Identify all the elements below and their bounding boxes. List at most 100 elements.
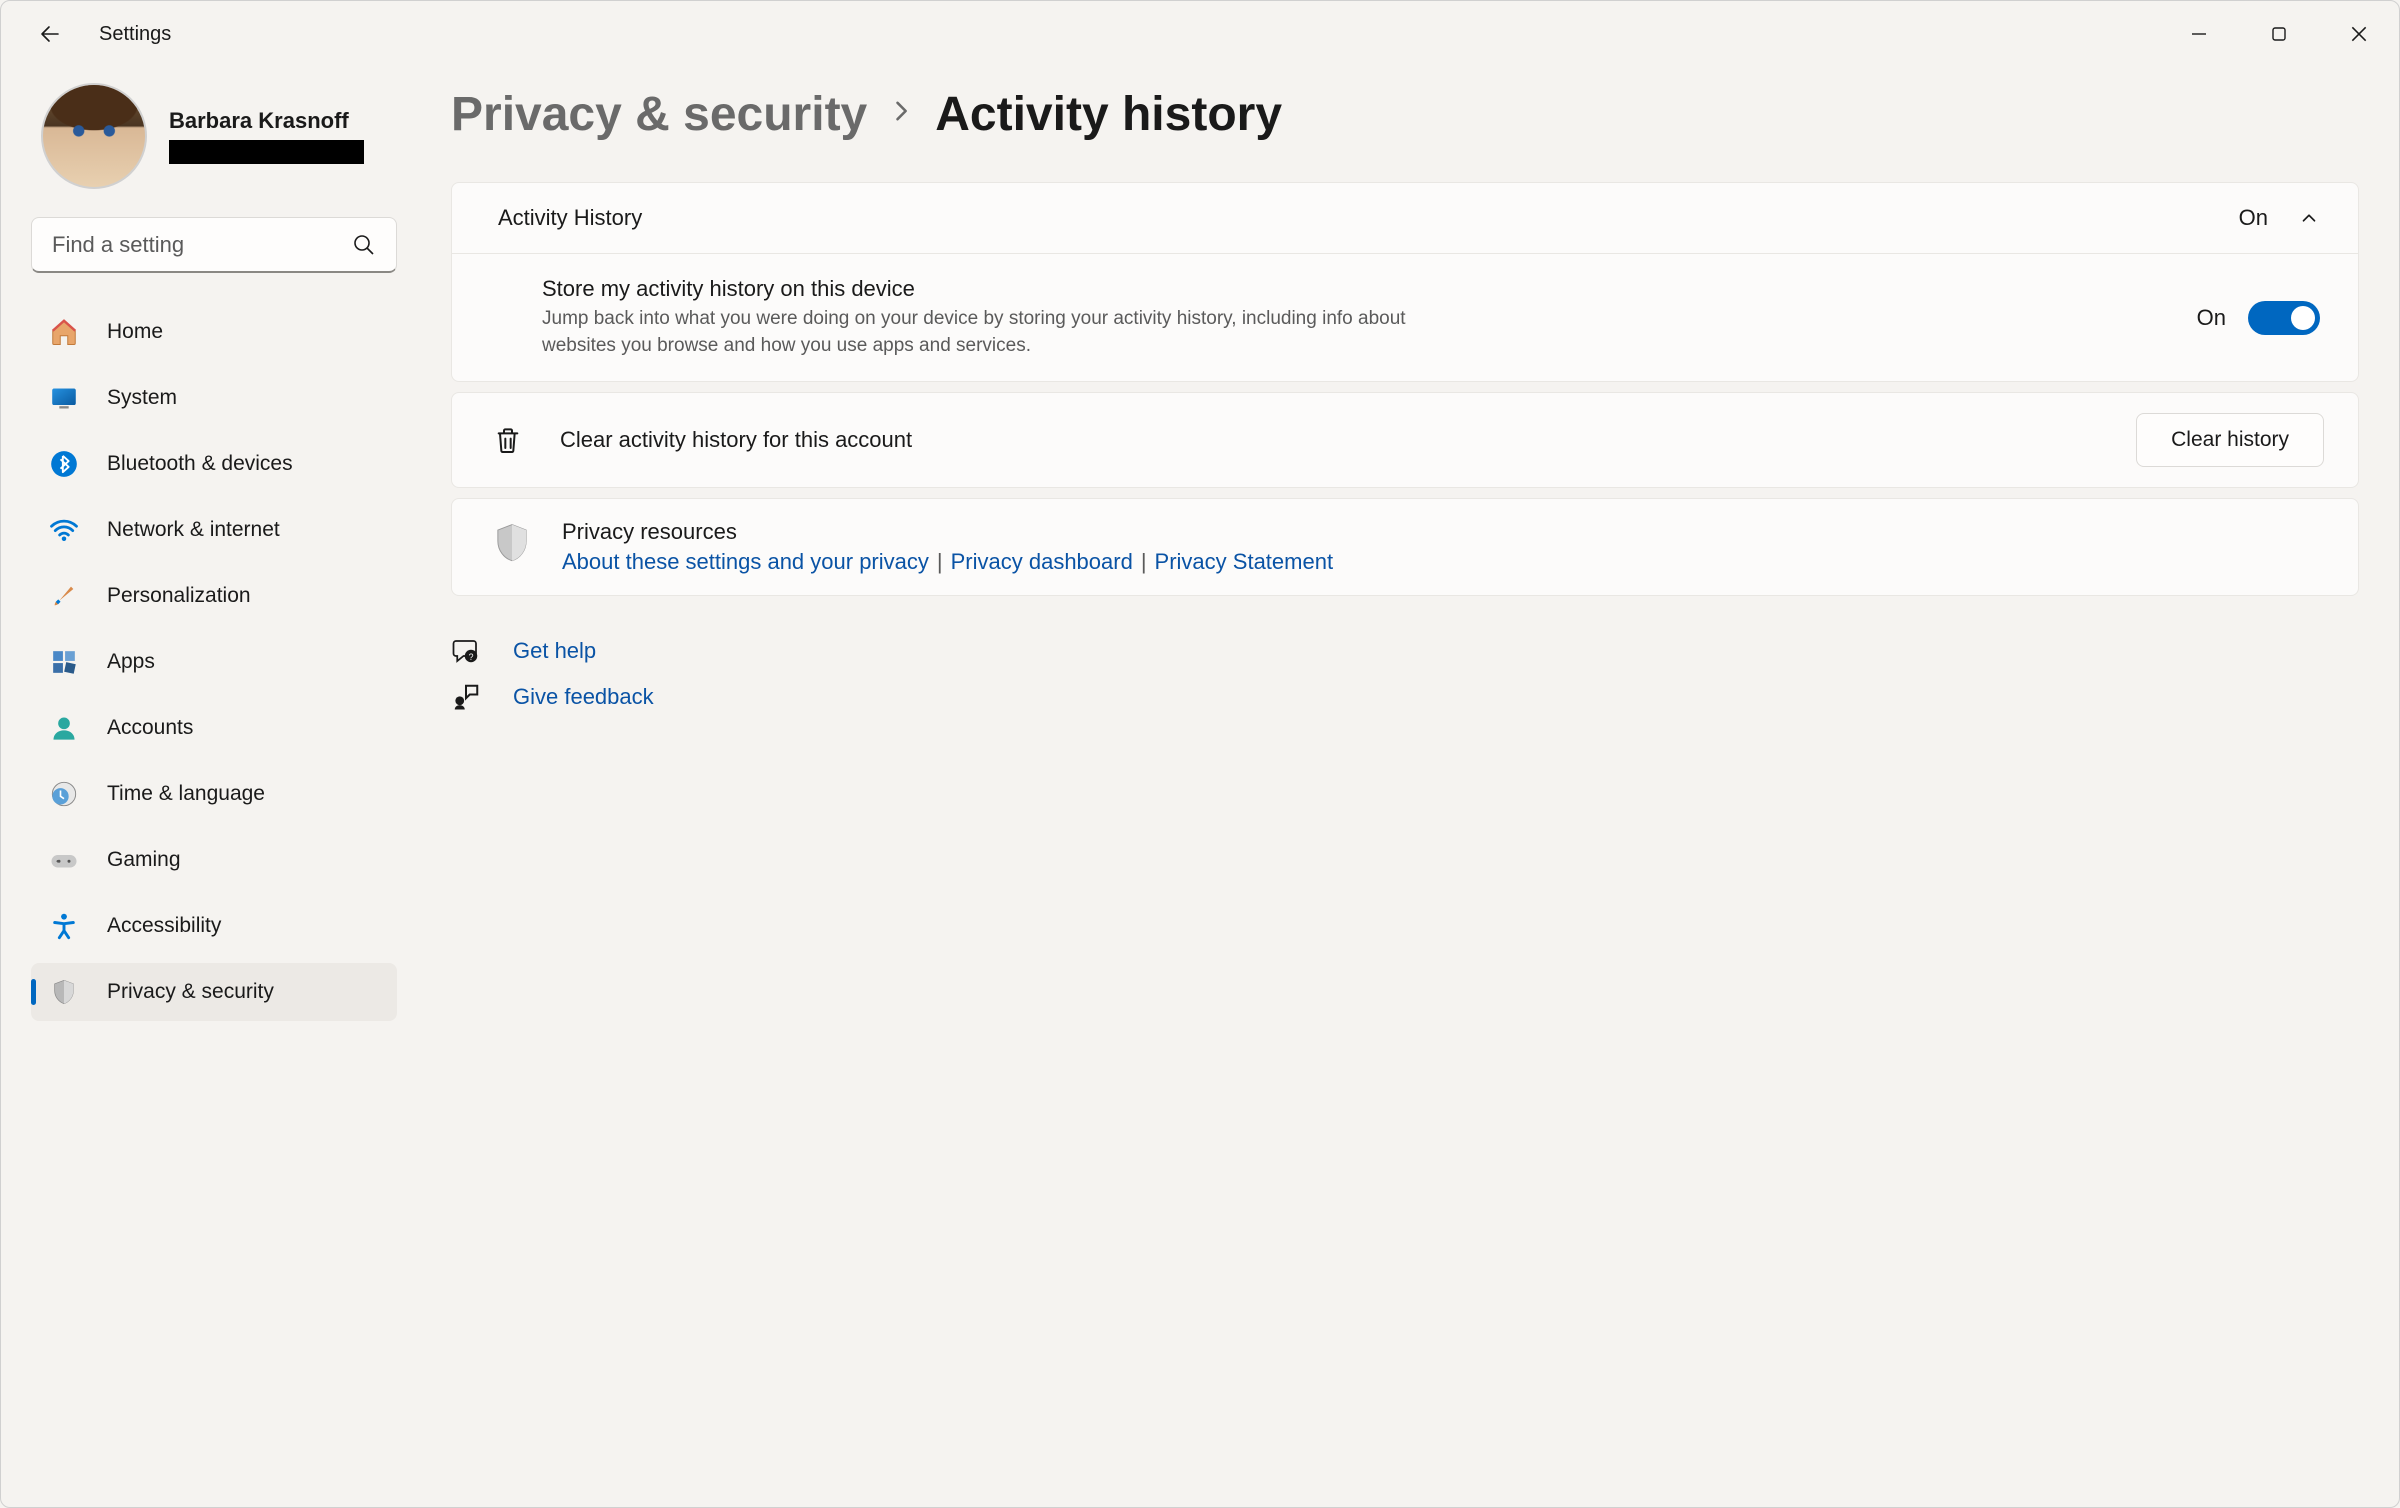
minimize-icon <box>2190 25 2208 43</box>
person-icon <box>49 713 79 743</box>
profile-info: Barbara Krasnoff <box>169 108 364 164</box>
search-icon <box>352 233 376 257</box>
close-button[interactable] <box>2319 6 2399 62</box>
breadcrumb-current: Activity history <box>935 87 1282 142</box>
store-activity-row: Store my activity history on this device… <box>452 254 2358 381</box>
privacy-resources-title: Privacy resources <box>562 519 1333 545</box>
shield-icon <box>49 977 79 1007</box>
privacy-resources-row: Privacy resources About these settings a… <box>452 499 2358 595</box>
store-activity-title: Store my activity history on this device <box>542 276 1442 302</box>
help-links: ? Get help Give feedback <box>451 636 2359 712</box>
profile-email-redacted <box>169 140 364 164</box>
app-title: Settings <box>99 23 171 46</box>
clear-history-button[interactable]: Clear history <box>2136 413 2324 467</box>
feedback-icon <box>451 682 481 712</box>
privacy-resources-card: Privacy resources About these settings a… <box>451 498 2359 596</box>
store-activity-toggle[interactable] <box>2248 301 2320 335</box>
clock-globe-icon <box>49 779 79 809</box>
give-feedback-row: Give feedback <box>451 682 2359 712</box>
nav-item-bluetooth[interactable]: Bluetooth & devices <box>31 435 397 493</box>
nav-label: Accessibility <box>107 914 221 938</box>
clear-history-card: Clear activity history for this account … <box>451 392 2359 488</box>
nav-label: Gaming <box>107 848 181 872</box>
svg-text:?: ? <box>469 652 474 662</box>
bluetooth-icon <box>49 449 79 479</box>
nav-item-privacy[interactable]: Privacy & security <box>31 963 397 1021</box>
card-header-status: On <box>2239 205 2268 231</box>
privacy-link-statement[interactable]: Privacy Statement <box>1155 549 1334 574</box>
settings-window: Settings Barbara Krasnoff <box>0 0 2400 1508</box>
avatar <box>41 83 147 189</box>
clear-history-label: Clear activity history for this account <box>560 427 912 453</box>
privacy-resources-text: Privacy resources About these settings a… <box>562 519 1333 575</box>
store-activity-desc: Jump back into what you were doing on yo… <box>542 306 1442 359</box>
back-button[interactable] <box>37 21 63 47</box>
nav-label: Network & internet <box>107 518 280 542</box>
nav-item-apps[interactable]: Apps <box>31 633 397 691</box>
get-help-row: ? Get help <box>451 636 2359 666</box>
content: Barbara Krasnoff Home System <box>1 67 2399 1507</box>
nav-label: Time & language <box>107 782 265 806</box>
privacy-resources-links: About these settings and your privacy | Pr… <box>562 549 1333 575</box>
nav-item-network[interactable]: Network & internet <box>31 501 397 559</box>
titlebar: Settings <box>1 1 2399 67</box>
system-icon <box>49 383 79 413</box>
nav-item-system[interactable]: System <box>31 369 397 427</box>
nav-label: Bluetooth & devices <box>107 452 293 476</box>
nav-item-home[interactable]: Home <box>31 303 397 361</box>
nav-item-accessibility[interactable]: Accessibility <box>31 897 397 955</box>
paintbrush-icon <box>49 581 79 611</box>
get-help-link[interactable]: Get help <box>513 638 596 664</box>
search-box[interactable] <box>31 217 397 273</box>
store-activity-text: Store my activity history on this device… <box>542 276 1442 359</box>
privacy-link-dashboard[interactable]: Privacy dashboard <box>951 549 1133 574</box>
nav-label: System <box>107 386 177 410</box>
activity-history-header[interactable]: Activity History On <box>452 183 2358 254</box>
main: Privacy & security Activity history Acti… <box>411 67 2359 1507</box>
clear-history-left: Clear activity history for this account <box>492 424 912 456</box>
chevron-up-icon <box>2298 207 2320 229</box>
search-input[interactable] <box>52 232 352 258</box>
titlebar-left: Settings <box>37 21 171 47</box>
separator: | <box>937 549 943 574</box>
window-controls <box>2159 6 2399 62</box>
nav-label: Apps <box>107 650 155 674</box>
wifi-icon <box>49 515 79 545</box>
activity-history-card: Activity History On Store my activity hi… <box>451 182 2359 382</box>
privacy-link-about[interactable]: About these settings and your privacy <box>562 549 929 574</box>
minimize-button[interactable] <box>2159 6 2239 62</box>
toggle-label: On <box>2197 305 2226 331</box>
nav-label: Personalization <box>107 584 251 608</box>
card-header-label: Activity History <box>498 205 642 231</box>
breadcrumb: Privacy & security Activity history <box>451 87 2359 142</box>
maximize-icon <box>2270 25 2288 43</box>
breadcrumb-parent[interactable]: Privacy & security <box>451 87 867 142</box>
clear-history-row: Clear activity history for this account … <box>452 393 2358 487</box>
nav-label: Accounts <box>107 716 193 740</box>
maximize-button[interactable] <box>2239 6 2319 62</box>
chevron-right-icon <box>887 96 915 133</box>
gamepad-icon <box>49 845 79 875</box>
nav-item-gaming[interactable]: Gaming <box>31 831 397 889</box>
trash-icon <box>492 424 524 456</box>
apps-icon <box>49 647 79 677</box>
nav-label: Home <box>107 320 163 344</box>
shield-icon <box>492 523 532 567</box>
nav-item-accounts[interactable]: Accounts <box>31 699 397 757</box>
nav-list: Home System Bluetooth & devices Network … <box>31 303 397 1021</box>
home-icon <box>49 317 79 347</box>
store-activity-control: On <box>2197 301 2320 335</box>
nav-item-personalization[interactable]: Personalization <box>31 567 397 625</box>
nav-label: Privacy & security <box>107 980 274 1004</box>
card-header-right: On <box>2239 205 2320 231</box>
arrow-left-icon <box>38 22 62 46</box>
give-feedback-link[interactable]: Give feedback <box>513 684 654 710</box>
accessibility-icon <box>49 911 79 941</box>
profile-name: Barbara Krasnoff <box>169 108 364 134</box>
sidebar: Barbara Krasnoff Home System <box>31 67 411 1507</box>
nav-item-time[interactable]: Time & language <box>31 765 397 823</box>
separator: | <box>1141 549 1147 574</box>
profile[interactable]: Barbara Krasnoff <box>31 67 397 217</box>
close-icon <box>2349 24 2369 44</box>
help-chat-icon: ? <box>451 636 481 666</box>
